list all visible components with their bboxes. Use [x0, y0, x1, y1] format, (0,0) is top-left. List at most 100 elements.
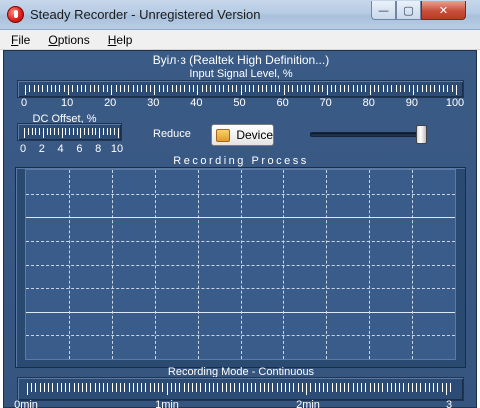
- scale-tick: [276, 383, 278, 392]
- scale-tick: [50, 128, 52, 135]
- scale-tick: [356, 383, 358, 392]
- title-bar[interactable]: Steady Recorder - Unregistered Version —…: [0, 0, 480, 30]
- scale-tick: [331, 85, 332, 92]
- scale-tick: [191, 383, 193, 392]
- scale-label: 20: [104, 97, 117, 109]
- scale-tick: [68, 85, 70, 95]
- reduce-slider-track[interactable]: [310, 132, 425, 137]
- scale-tick: [344, 383, 346, 392]
- scale-tick: [369, 85, 371, 95]
- scale-tick: [136, 383, 138, 392]
- scale-label: 8: [95, 143, 102, 155]
- scale-tick: [42, 85, 44, 92]
- scale-tick: [421, 85, 423, 92]
- scale-tick: [87, 128, 89, 135]
- scale-tick: [95, 128, 97, 135]
- reduce-label: Reduce: [153, 128, 191, 140]
- scale-tick: [424, 383, 426, 392]
- scale-tick: [153, 383, 155, 392]
- scale-tick: [90, 383, 92, 392]
- scale-tick: [253, 85, 255, 92]
- scale-tick: [132, 383, 134, 392]
- menu-help[interactable]: Help: [105, 33, 136, 47]
- scale-tick: [297, 383, 299, 392]
- scale-tick: [46, 128, 48, 135]
- scale-tick: [399, 383, 401, 392]
- scale-tick: [107, 383, 109, 392]
- scale-tick: [217, 383, 219, 392]
- scale-tick: [42, 128, 44, 138]
- scale-tick: [416, 383, 418, 392]
- scale-tick: [326, 85, 328, 95]
- scale-tick: [86, 383, 88, 392]
- scale-tick: [57, 128, 59, 135]
- scale-tick: [137, 85, 139, 92]
- close-button[interactable]: ✕: [421, 1, 466, 20]
- scale-tick: [119, 85, 121, 92]
- scale-tick: [170, 383, 172, 392]
- scale-tick: [39, 383, 41, 392]
- scale-tick: [184, 85, 186, 92]
- scale-label: 90: [405, 97, 419, 109]
- scale-tick: [309, 85, 311, 92]
- scale-tick: [361, 85, 363, 92]
- maximize-button[interactable]: ▢: [396, 1, 421, 20]
- scale-tick: [369, 383, 371, 392]
- scale-tick: [69, 383, 71, 392]
- scale-tick: [285, 383, 287, 392]
- scale-tick: [76, 128, 78, 135]
- scale-tick: [227, 85, 229, 92]
- scale-tick: [124, 85, 126, 92]
- scale-tick: [188, 85, 190, 92]
- reduce-slider-thumb[interactable]: [416, 125, 427, 144]
- scale-tick: [187, 383, 189, 392]
- scale-tick: [89, 85, 91, 92]
- scale-tick: [374, 85, 376, 92]
- scale-label: 40: [190, 97, 203, 109]
- menu-options[interactable]: Options: [45, 33, 92, 47]
- scale-tick: [29, 85, 31, 92]
- grid-line: [26, 240, 455, 242]
- scale-label: 0min: [14, 399, 38, 408]
- scale-tick: [91, 128, 93, 135]
- scale-tick: [141, 383, 143, 392]
- scale-tick: [197, 85, 199, 95]
- scale-tick: [292, 85, 294, 92]
- scale-tick: [407, 383, 409, 392]
- scale-tick: [348, 383, 350, 392]
- menu-file[interactable]: File: [8, 33, 33, 47]
- scale-label: 70: [319, 97, 332, 109]
- scale-tick: [259, 383, 261, 392]
- scale-tick: [167, 85, 169, 92]
- scale-tick: [340, 383, 342, 392]
- scale-tick: [428, 383, 430, 392]
- scale-tick: [102, 128, 104, 135]
- scale-tick: [272, 383, 274, 392]
- scale-tick: [339, 85, 341, 92]
- scale-tick: [378, 85, 380, 92]
- scale-tick: [437, 383, 439, 392]
- scale-tick: [37, 85, 39, 92]
- input-level-scale: [25, 85, 457, 95]
- scale-tick: [76, 85, 78, 92]
- app-icon[interactable]: [7, 6, 24, 23]
- scale-tick: [93, 85, 95, 92]
- minimize-button[interactable]: —: [371, 1, 396, 20]
- device-button[interactable]: Device: [211, 124, 274, 146]
- scale-tick: [314, 383, 316, 392]
- grid-line: [26, 288, 455, 290]
- scale-tick: [55, 85, 57, 92]
- scale-label: 0: [20, 97, 28, 109]
- scale-tick: [408, 85, 410, 92]
- scale-tick: [85, 85, 87, 92]
- scale-tick: [171, 85, 173, 92]
- scale-tick: [77, 383, 79, 392]
- scale-tick: [310, 383, 312, 392]
- scale-tick: [257, 85, 259, 92]
- scale-tick: [447, 85, 449, 92]
- scale-label: 100: [445, 97, 465, 109]
- scale-tick: [61, 128, 63, 138]
- scale-tick: [111, 383, 113, 392]
- scale-tick: [56, 383, 58, 392]
- scale-tick: [331, 383, 333, 392]
